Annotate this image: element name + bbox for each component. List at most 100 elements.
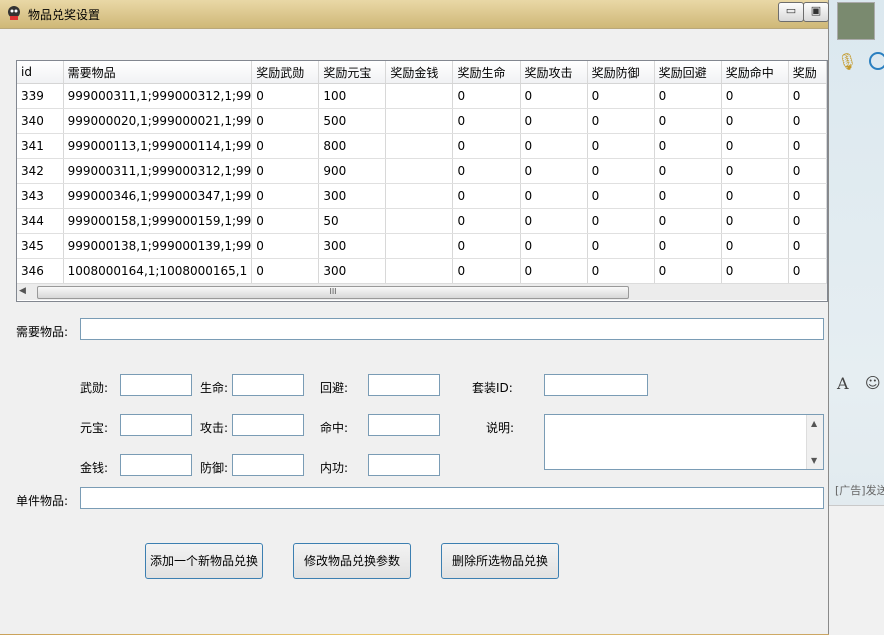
table-cell: 999000158,1;999000159,1;99 (63, 208, 253, 234)
table-cell: 0 (520, 208, 588, 234)
table-row[interactable]: 346 1008000164,1;1008000165,1 0 300 0 0 0 0 0 0 (17, 258, 827, 284)
description-textarea[interactable]: ▲ ▼ (544, 414, 824, 470)
single-item-input[interactable] (80, 487, 824, 509)
need-items-input[interactable] (80, 318, 824, 340)
chat-side-panel: 🎙 A ☺ [广告]发送 (829, 0, 884, 635)
table-cell: 0 (452, 133, 521, 159)
table-cell: 0 (788, 83, 827, 109)
wuxun-input[interactable] (120, 374, 192, 396)
table-cell: 0 (587, 208, 655, 234)
column-header[interactable]: 奖励 (788, 61, 827, 84)
table-cell: 0 (520, 233, 588, 259)
ad-link[interactable]: [广告]发送 (835, 482, 884, 498)
table-cell: 500 (318, 108, 387, 134)
horizontal-scrollbar[interactable]: ◀ III (17, 283, 827, 300)
table-cell: 0 (788, 133, 827, 159)
attack-input[interactable] (232, 414, 304, 436)
neigong-label: 内功: (320, 461, 349, 475)
table-cell: 999000113,1;999000114,1;99 (63, 133, 253, 159)
font-icon[interactable]: A (837, 374, 849, 393)
life-input[interactable] (232, 374, 304, 396)
avatar[interactable] (837, 2, 875, 40)
scroll-left-icon[interactable]: ◀ (19, 286, 26, 296)
wuxun-label: 武勋: (80, 381, 109, 395)
table-cell: 0 (654, 158, 722, 184)
table-row[interactable]: 341 999000113,1;999000114,1;99 0 800 0 0 0 0 0 0 (17, 133, 827, 159)
table-cell: 0 (251, 233, 320, 259)
scrollbar-thumb[interactable]: III (37, 286, 629, 299)
column-header[interactable]: 奖励生命 (452, 61, 521, 84)
table-cell: 0 (452, 258, 521, 284)
suit-id-label: 套装ID: (472, 381, 513, 395)
defense-input[interactable] (232, 454, 304, 476)
table-cell: 0 (587, 108, 655, 134)
column-header[interactable]: 奖励元宝 (318, 61, 387, 84)
column-header[interactable]: 奖励攻击 (520, 61, 588, 84)
add-exchange-button[interactable]: 添加一个新物品兑换 (145, 543, 263, 579)
column-header[interactable]: 奖励防御 (587, 61, 655, 84)
table-cell (385, 258, 454, 284)
column-header[interactable]: 需要物品 (63, 61, 253, 84)
table-row[interactable]: 340 999000020,1;999000021,1;99 0 500 0 0 0 0 0 0 (17, 108, 827, 134)
table-cell: 0 (721, 233, 789, 259)
suit-id-input[interactable] (544, 374, 648, 396)
column-header[interactable]: id (17, 61, 64, 84)
table-cell: 0 (587, 158, 655, 184)
table-row[interactable]: 339 999000311,1;999000312,1;99 0 100 0 0 0 0 0 0 (17, 83, 827, 109)
table-cell: 0 (251, 258, 320, 284)
table-cell: 0 (251, 183, 320, 209)
table-row[interactable]: 344 999000158,1;999000159,1;99 0 50 0 0 0 0 0 0 (17, 208, 827, 234)
dodge-label: 回避: (320, 381, 349, 395)
life-label: 生命: (200, 381, 229, 395)
table-row[interactable]: 345 999000138,1;999000139,1;99 0 300 0 0 0 0 0 0 (17, 233, 827, 259)
column-header[interactable]: 奖励武勋 (251, 61, 320, 84)
table-cell: 50 (318, 208, 387, 234)
table-cell: 999000311,1;999000312,1;99 (63, 158, 253, 184)
table-cell: 0 (452, 233, 521, 259)
table-cell: 0 (788, 208, 827, 234)
table-row[interactable]: 342 999000311,1;999000312,1;99 0 900 0 0 0 0 0 0 (17, 158, 827, 184)
table-cell: 0 (721, 158, 789, 184)
neigong-input[interactable] (368, 454, 440, 476)
table-cell: 0 (452, 183, 521, 209)
single-item-label: 单件物品: (16, 494, 69, 508)
microphone-icon[interactable]: 🎙 (837, 52, 857, 71)
exchange-table[interactable]: id 需要物品 奖励武勋 奖励元宝 奖励金钱 奖励生命 奖励攻击 奖励防御 奖励回避 奖励命中 奖励… (16, 60, 828, 302)
description-scrollbar[interactable]: ▲ ▼ (806, 415, 823, 469)
table-cell: 0 (721, 183, 789, 209)
delete-exchange-button[interactable]: 删除所选物品兑换 (441, 543, 559, 579)
table-cell: 339 (17, 83, 64, 109)
table-cell: 342 (17, 158, 64, 184)
scroll-up-icon[interactable]: ▲ (811, 419, 817, 428)
table-cell: 0 (788, 158, 827, 184)
column-header[interactable]: 奖励回避 (654, 61, 722, 84)
modify-exchange-button[interactable]: 修改物品兑换参数 (293, 543, 411, 579)
camera-icon[interactable] (869, 52, 884, 70)
table-row[interactable]: 343 999000346,1;999000347,1;99 0 300 0 0 0 0 0 0 (17, 183, 827, 209)
table-cell: 345 (17, 233, 64, 259)
table-cell (385, 133, 454, 159)
chat-input-area[interactable] (829, 505, 884, 635)
table-cell: 0 (587, 83, 655, 109)
table-cell: 0 (251, 208, 320, 234)
table-cell: 0 (587, 258, 655, 284)
yuanbao-input[interactable] (120, 414, 192, 436)
table-cell: 0 (654, 208, 722, 234)
money-input[interactable] (120, 454, 192, 476)
table-cell: 300 (318, 183, 387, 209)
table-cell: 0 (654, 83, 722, 109)
dodge-input[interactable] (368, 374, 440, 396)
hit-input[interactable] (368, 414, 440, 436)
table-cell: 341 (17, 133, 64, 159)
table-cell: 0 (251, 108, 320, 134)
table-cell: 0 (587, 183, 655, 209)
column-header[interactable]: 奖励金钱 (385, 61, 454, 84)
exchange-settings-window: 物品兑奖设置 ▭ ▣ id 需要物品 奖励武勋 奖励元宝 奖励金钱 奖励生命 奖励攻击 奖励防… (0, 0, 829, 634)
table-cell: 999000311,1;999000312,1;99 (63, 83, 253, 109)
maximize-button[interactable]: ▣ (803, 2, 829, 22)
emoji-icon[interactable]: ☺ (865, 374, 881, 392)
scroll-down-icon[interactable]: ▼ (811, 456, 817, 465)
table-cell: 0 (520, 108, 588, 134)
minimize-button[interactable]: ▭ (778, 2, 804, 22)
column-header[interactable]: 奖励命中 (721, 61, 789, 84)
